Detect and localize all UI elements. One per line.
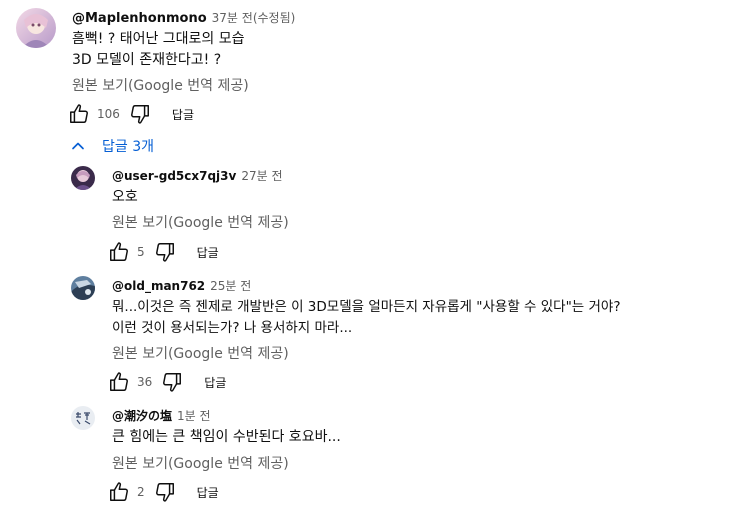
like-button[interactable] bbox=[107, 480, 131, 504]
comment-actions: 106 답글 bbox=[67, 102, 194, 126]
like-count: 5 bbox=[137, 245, 145, 259]
thumb-down-icon bbox=[155, 243, 174, 262]
reply-text-line: 이런 것이 용서되는가? 나 용서하지 마라... bbox=[112, 320, 353, 336]
like-button[interactable] bbox=[107, 370, 131, 394]
reply-button[interactable]: 답글 bbox=[197, 484, 219, 501]
like-count: 36 bbox=[137, 375, 153, 389]
dislike-button[interactable] bbox=[153, 480, 177, 504]
reply-timestamp[interactable]: 27분 전 bbox=[241, 169, 282, 183]
translate-link[interactable]: 원본 보기(Google 번역 제공) bbox=[112, 453, 289, 473]
comment-text-line: 3D 모델이 존재한다고! ? bbox=[72, 52, 222, 68]
thumb-up-icon bbox=[110, 482, 128, 501]
dislike-button[interactable] bbox=[153, 240, 177, 264]
replies-toggle-button[interactable]: 답글 3개 bbox=[68, 136, 154, 156]
reply-text-line: 큰 힘에는 큰 책임이 수반된다 호요바... bbox=[112, 429, 341, 445]
chevron-up-icon bbox=[72, 142, 84, 150]
reply-button[interactable]: 답글 bbox=[197, 244, 219, 261]
thumb-down-icon bbox=[163, 373, 182, 392]
reply-actions: 36 답글 bbox=[107, 370, 226, 394]
reply-author[interactable]: @潮汐の塩 bbox=[112, 409, 172, 423]
reply-button[interactable]: 답글 bbox=[172, 106, 194, 123]
reply-author[interactable]: @user-gd5cx7qj3v bbox=[112, 169, 236, 183]
thumb-up-icon bbox=[110, 242, 128, 261]
avatar[interactable] bbox=[71, 406, 95, 430]
replies-count-label: 답글 3개 bbox=[102, 139, 154, 155]
comment-author[interactable]: @Maplenhonmono bbox=[72, 11, 207, 26]
avatar[interactable] bbox=[16, 8, 56, 48]
dislike-button[interactable] bbox=[160, 370, 184, 394]
translate-link[interactable]: 원본 보기(Google 번역 제공) bbox=[112, 343, 289, 363]
comment-timestamp[interactable]: 37분 전(수정됨) bbox=[212, 11, 296, 25]
like-count: 2 bbox=[137, 485, 145, 499]
like-count: 106 bbox=[97, 107, 120, 121]
like-button[interactable] bbox=[107, 240, 131, 264]
avatar[interactable] bbox=[71, 166, 95, 190]
reply-timestamp[interactable]: 25분 전 bbox=[210, 279, 251, 293]
comment-text-line: 흠뻑! ? 태어난 그대로의 모습 bbox=[72, 31, 245, 47]
dislike-button[interactable] bbox=[128, 102, 152, 126]
reply-text-line: 오호 bbox=[112, 189, 138, 205]
translate-link[interactable]: 원본 보기(Google 번역 제공) bbox=[112, 212, 289, 232]
reply-timestamp[interactable]: 1분 전 bbox=[177, 409, 211, 423]
reply-actions: 2 답글 bbox=[107, 480, 219, 504]
thumb-down-icon bbox=[130, 105, 149, 124]
avatar[interactable] bbox=[71, 276, 95, 300]
translate-link[interactable]: 원본 보기(Google 번역 제공) bbox=[72, 75, 249, 95]
reply-actions: 5 답글 bbox=[107, 240, 219, 264]
like-button[interactable] bbox=[67, 102, 91, 126]
thumb-up-icon bbox=[110, 372, 128, 391]
reply-author[interactable]: @old_man762 bbox=[112, 279, 205, 293]
reply-text-line: 뭐...이것은 즉 젠제로 개발반은 이 3D모델을 얼마든지 자유롭게 "사용… bbox=[112, 299, 621, 315]
reply-button[interactable]: 답글 bbox=[204, 374, 226, 391]
thumb-up-icon bbox=[70, 104, 88, 123]
thumb-down-icon bbox=[155, 483, 174, 502]
